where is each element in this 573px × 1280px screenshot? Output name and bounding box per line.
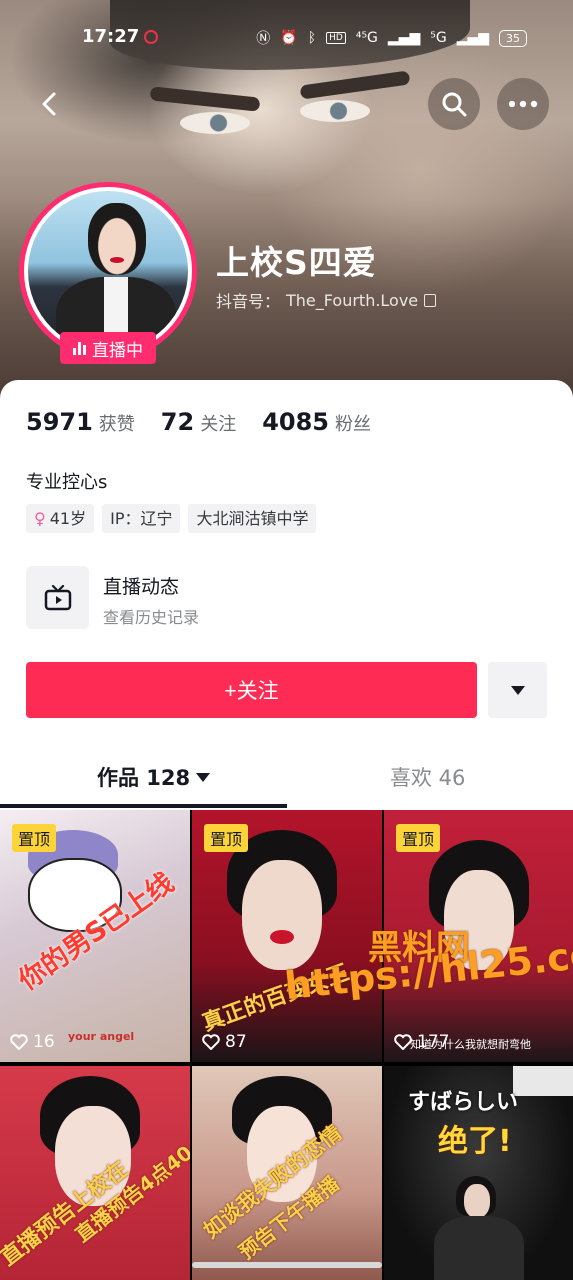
stat-likes-label: 获赞	[98, 414, 135, 435]
copy-icon[interactable]	[424, 293, 437, 307]
search-icon	[442, 92, 467, 117]
status-time: 17:27	[82, 26, 140, 47]
video-grid: 你的男S已上线 your angel 置顶 16 真正的百变女王 置顶 87 知…	[0, 810, 573, 1280]
more-dots-icon	[508, 100, 538, 108]
live-history-subtitle: 查看历史记录	[103, 608, 200, 627]
video-thumbnail[interactable]: 如谈我失败的恋情 预告下午播播	[192, 1066, 382, 1280]
profile-info-sheet: 5971 获赞 72 关注 4085 粉丝 专业控心s ♀ 41岁 IP：辽宁 …	[0, 380, 573, 810]
more-options-button[interactable]	[497, 78, 549, 130]
stat-following-label: 关注	[200, 414, 237, 435]
live-badge-label: 直播中	[92, 340, 143, 361]
search-button[interactable]	[428, 78, 480, 130]
video-thumbnail[interactable]: 你的男S已上线 your angel 置顶 16	[0, 810, 190, 1062]
heart-icon	[394, 1034, 412, 1050]
signal-icon-2: ⁵G	[430, 30, 447, 46]
stat-likes-value: 5971	[26, 408, 93, 436]
battery-indicator: 35	[499, 29, 527, 47]
caret-down-icon	[510, 685, 525, 695]
video-caption: your angel	[68, 1030, 135, 1043]
back-button[interactable]	[24, 78, 76, 130]
tab-works[interactable]: 作品 128	[97, 762, 211, 792]
live-history-entry[interactable]: 直播动态 查看历史记录	[26, 566, 546, 630]
hd-icon: HD	[326, 32, 346, 44]
video-overlay-text: すばらしい	[408, 1090, 519, 1115]
pinned-badge: 置顶	[396, 824, 441, 852]
douyin-id[interactable]: 抖音号： The_Fourth.Love	[216, 288, 437, 312]
status-bar: 17:27 Ⓝ ⏰ ᛒ HD ⁴⁵G ▂▄▆ ⁵G ▂▄▆ 35	[0, 22, 573, 54]
nickname: 上校S四爱	[216, 243, 377, 282]
banner-image-eye	[300, 100, 370, 122]
tag-age-label: 41岁	[49, 509, 87, 528]
home-indicator[interactable]	[192, 1262, 382, 1268]
caret-down-icon	[196, 772, 211, 782]
douyin-id-label: 抖音号：	[216, 292, 281, 311]
signal-bars-icon: ▂▄▆	[387, 30, 421, 46]
tag-age: ♀ 41岁	[26, 504, 95, 533]
douyin-id-value: The_Fourth.Love	[286, 290, 419, 310]
nfc-icon: Ⓝ	[256, 31, 271, 47]
bluetooth-icon: ᛒ	[307, 30, 317, 46]
stat-followers-label: 粉丝	[335, 414, 371, 435]
chevron-left-icon	[42, 92, 56, 116]
banner-image-brow	[149, 86, 261, 112]
heart-icon	[202, 1034, 220, 1050]
signal-icon-1: ⁴⁵G	[355, 30, 378, 46]
live-badge[interactable]: 直播中	[60, 332, 156, 364]
stat-following-value: 72	[160, 408, 195, 436]
profile-tags: ♀ 41岁 IP：辽宁 大北涧沽镇中学	[26, 504, 317, 533]
pinned-badge: 置顶	[204, 824, 249, 852]
follow-button[interactable]: +关注	[26, 662, 477, 718]
stat-likes[interactable]: 5971 获赞	[26, 408, 135, 436]
pinned-badge: 置顶	[12, 824, 57, 852]
banner-image-brow	[299, 70, 411, 100]
alarm-icon: ⏰	[280, 30, 298, 46]
bio-text: 专业控心s	[26, 472, 108, 493]
profile-tabs: 作品 128 喜欢 46	[0, 748, 573, 810]
tab-works-label: 作品 128	[97, 766, 191, 790]
video-like-count: 177	[394, 1032, 449, 1052]
signal-bars-icon: ▂▄▆	[456, 30, 489, 46]
stat-followers[interactable]: 4085 粉丝	[262, 408, 371, 436]
heart-icon	[10, 1034, 28, 1050]
stat-followers-value: 4085	[262, 408, 329, 436]
video-thumbnail[interactable]: 真正的百变女王 置顶 87	[192, 810, 382, 1062]
tag-school[interactable]: 大北涧沽镇中学	[188, 504, 317, 533]
tab-active-indicator	[0, 804, 287, 808]
video-thumbnail[interactable]: 直播预告上校在 直播预告4点40	[0, 1066, 190, 1280]
video-like-count: 16	[10, 1032, 55, 1052]
banner-image-eye	[180, 112, 250, 134]
live-history-title: 直播动态	[103, 576, 180, 598]
video-thumbnail[interactable]: すばらしい 绝了!	[384, 1066, 573, 1280]
notification-icon	[144, 30, 158, 44]
live-bars-icon	[73, 341, 86, 355]
video-overlay-text-secondary: 绝了!	[438, 1124, 512, 1159]
tag-ip: IP：辽宁	[102, 504, 181, 533]
stat-following[interactable]: 72 关注	[161, 408, 236, 436]
follow-options-button[interactable]	[488, 662, 547, 718]
tv-icon	[26, 566, 89, 629]
tab-likes[interactable]: 喜欢 46	[390, 762, 465, 792]
profile-stats: 5971 获赞 72 关注 4085 粉丝	[26, 408, 397, 436]
video-like-count: 87	[202, 1032, 247, 1052]
female-icon: ♀	[34, 509, 46, 528]
